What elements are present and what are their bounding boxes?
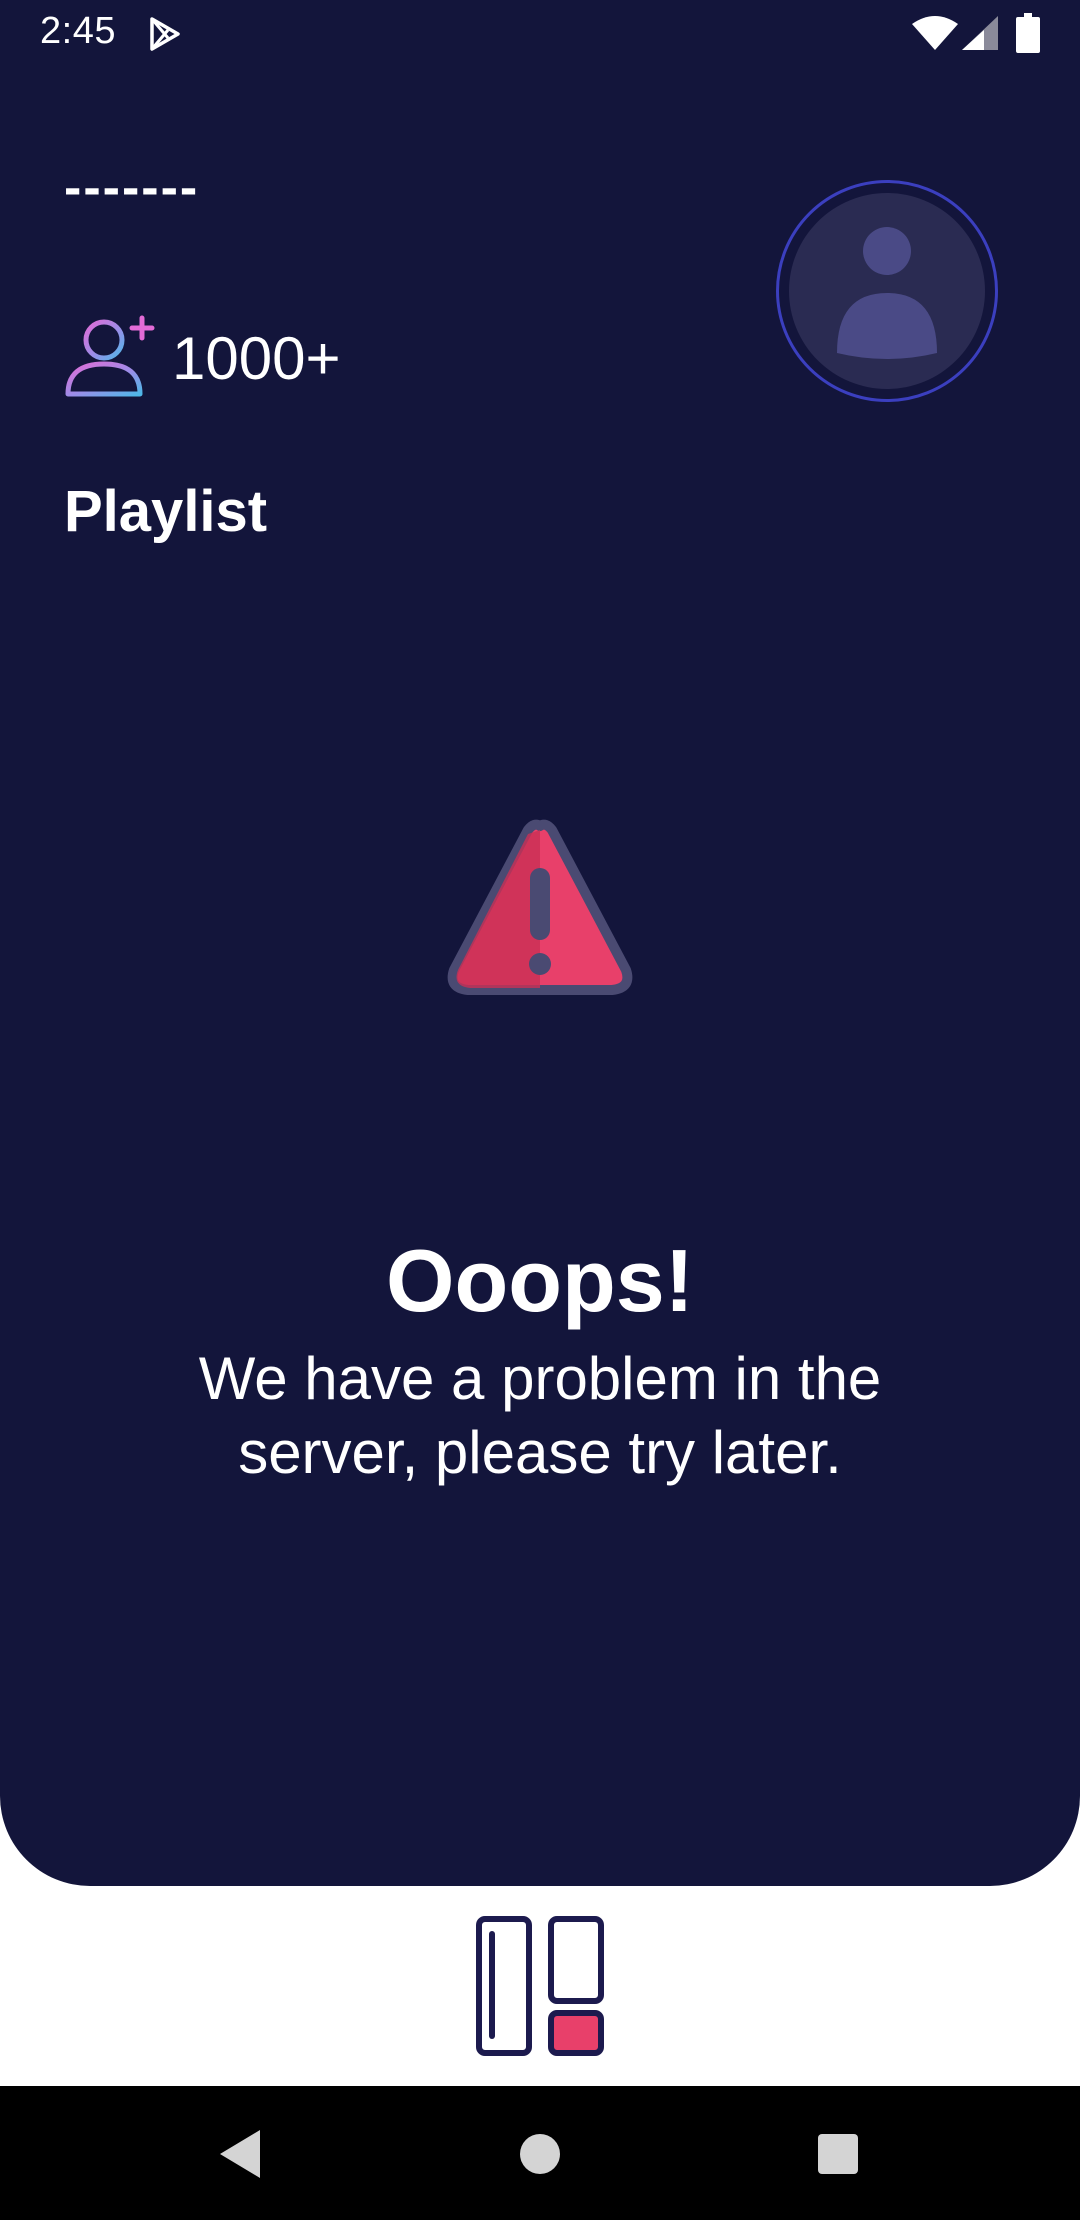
bottom-nav <box>0 1886 1080 2086</box>
warning-icon <box>447 819 633 995</box>
error-message: We have a problem in the server, please … <box>198 1345 882 1486</box>
recents-button[interactable] <box>810 2126 866 2182</box>
screen: 2:45 ------- 1000+ Playlist Ooops! We ha… <box>0 0 1080 2220</box>
follower-count: 1000+ <box>172 324 341 392</box>
back-button[interactable] <box>212 2126 268 2182</box>
layout-icon[interactable] <box>476 1916 604 2056</box>
status-time: 2:45 <box>40 10 116 52</box>
home-button[interactable] <box>512 2126 568 2182</box>
add-user-icon[interactable] <box>62 310 158 406</box>
avatar[interactable] <box>776 180 998 402</box>
followers-row: 1000+ <box>62 308 341 408</box>
user-avatar-icon <box>789 193 985 389</box>
section-title: Playlist <box>64 479 268 544</box>
error-title: Ooops! <box>386 1231 694 1330</box>
signal-icon <box>962 16 998 50</box>
play-store-icon <box>150 17 180 51</box>
system-nav-bar <box>0 2086 1080 2220</box>
username-placeholder: ------- <box>64 159 200 217</box>
battery-icon <box>1016 13 1040 53</box>
status-bar: 2:45 <box>0 0 1080 66</box>
wifi-icon <box>912 16 958 50</box>
main-panel: 2:45 ------- 1000+ Playlist Ooops! We ha… <box>0 0 1080 1886</box>
